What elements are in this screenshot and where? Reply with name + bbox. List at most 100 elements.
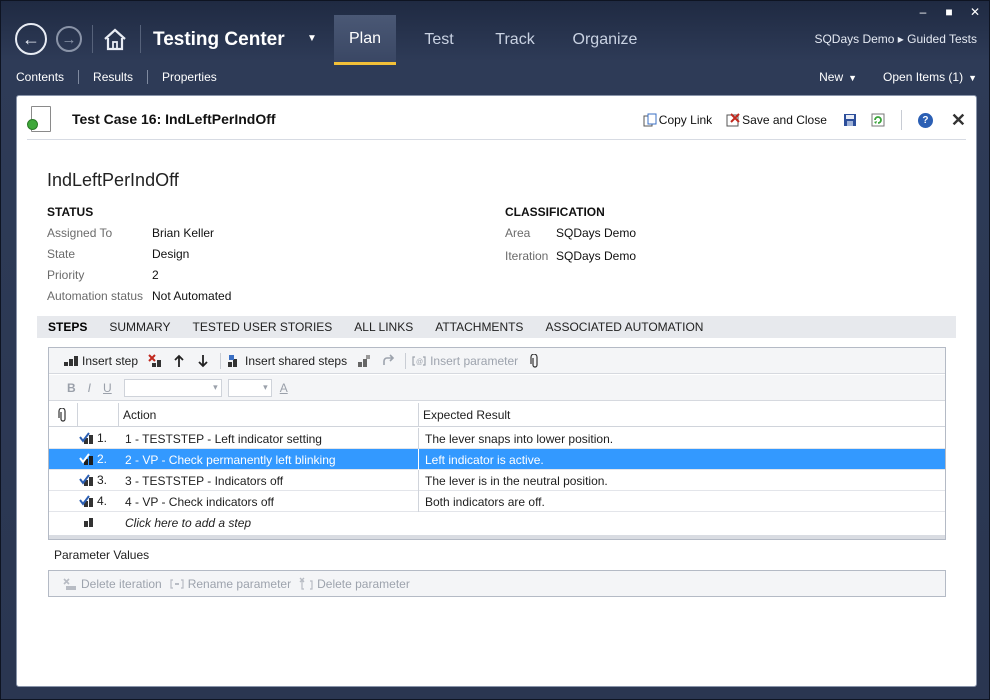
state-value[interactable]: Design (152, 247, 189, 261)
tab-tested-user-stories[interactable]: TESTED USER STORIES (181, 320, 343, 334)
insert-parameter-label: Insert parameter (430, 353, 519, 368)
maximize-button[interactable]: ■ (943, 5, 955, 19)
step-expected-result[interactable]: The lever is in the neutral position. (425, 474, 608, 488)
detail-tabs: STEPS SUMMARY TESTED USER STORIES ALL LI… (37, 316, 956, 338)
open-items-menu[interactable]: Open Items (1) ▼ (883, 70, 977, 84)
steps-grid-header: Action Expected Result (49, 403, 945, 427)
attachment-column-header (49, 403, 78, 427)
refresh-button[interactable] (871, 113, 885, 127)
back-button[interactable]: ← (15, 23, 47, 55)
step-expected-result[interactable]: Left indicator is active. (425, 453, 544, 467)
iteration-value[interactable]: SQDays Demo (556, 249, 636, 263)
font-family-select[interactable] (123, 378, 222, 397)
expected-result-column-header[interactable]: Expected Result (419, 403, 945, 427)
tab-plan[interactable]: Plan (334, 15, 396, 65)
create-shared-steps-button[interactable] (357, 354, 371, 368)
new-menu[interactable]: New ▼ (819, 70, 857, 84)
help-icon[interactable]: ? (917, 112, 933, 128)
minimize-button[interactable]: ‒ (917, 5, 929, 19)
tab-summary[interactable]: SUMMARY (98, 320, 181, 334)
step-expected-result[interactable]: Both indicators are off. (425, 495, 545, 509)
subnav-contents[interactable]: Contents (16, 70, 64, 84)
step-row[interactable]: 4. 4 - VP - Check indicators off Both in… (49, 491, 945, 512)
save-close-icon (726, 113, 740, 127)
open-items-label: Open Items (1) (883, 70, 964, 84)
horizontal-scrollbar[interactable] (49, 535, 945, 539)
step-expected-result[interactable]: The lever snaps into lower position. (425, 432, 613, 446)
back-arrow-icon: ← (22, 29, 40, 49)
app-menu-dropdown-icon[interactable]: ▼ (307, 33, 317, 44)
tab-all-links[interactable]: ALL LINKS (343, 320, 424, 334)
step-row[interactable]: 1. 1 - TESTSTEP - Left indicator setting… (49, 428, 945, 449)
breadcrumb[interactable]: SQDays Demo ▸ Guided Tests (814, 32, 977, 46)
underline-button[interactable]: U (103, 381, 112, 395)
rename-parameter-button[interactable]: Rename parameter (170, 577, 291, 591)
area-label: Area (505, 226, 531, 240)
close-document-icon[interactable]: ✕ (951, 111, 966, 129)
bold-button[interactable]: B (67, 381, 76, 395)
chevron-down-icon: ▼ (848, 73, 858, 83)
test-case-name: IndLeftPerIndOff (47, 170, 179, 190)
tab-associated-automation[interactable]: ASSOCIATED AUTOMATION (534, 320, 714, 334)
copy-link-label: Copy Link (658, 113, 713, 127)
priority-label: Priority (47, 268, 85, 282)
step-action[interactable]: 3 - TESTSTEP - Indicators off (125, 474, 283, 488)
insert-shared-steps-label: Insert shared steps (245, 353, 348, 368)
redo-button[interactable] (381, 353, 395, 368)
cell-divider (418, 449, 419, 470)
automation-status-label: Automation status (47, 289, 144, 303)
rename-parameter-icon (170, 578, 184, 589)
font-color-button[interactable]: A (280, 381, 288, 395)
subnav-properties[interactable]: Properties (162, 70, 217, 84)
toolbar-divider (900, 110, 902, 130)
subnav-results[interactable]: Results (93, 70, 133, 84)
insert-shared-steps-button[interactable]: Insert shared steps (227, 354, 347, 368)
step-action[interactable]: 1 - TESTSTEP - Left indicator setting (125, 432, 322, 446)
insert-parameter-button[interactable]: @ Insert parameter (412, 354, 518, 368)
toolbar-divider (220, 352, 222, 369)
step-index: 3. (97, 473, 108, 487)
add-step-row[interactable]: Click here to add a step (49, 512, 945, 533)
step-action[interactable]: 2 - VP - Check permanently left blinking (125, 453, 336, 467)
parameter-values-label: Parameter Values (54, 548, 150, 562)
delete-parameter-button[interactable]: Delete parameter (299, 577, 410, 591)
move-up-button[interactable] (172, 354, 186, 368)
delete-iteration-button[interactable]: Delete iteration (63, 577, 162, 591)
priority-value[interactable]: 2 (152, 268, 159, 282)
home-button[interactable] (102, 26, 128, 52)
move-down-button[interactable] (196, 354, 210, 368)
tab-test[interactable]: Test (413, 15, 465, 65)
window-controls: ‒ ■ ✕ (917, 5, 981, 19)
close-window-button[interactable]: ✕ (969, 5, 981, 19)
step-row[interactable]: 3. 3 - TESTSTEP - Indicators off The lev… (49, 470, 945, 491)
subnav-actions: New ▼ Open Items (1) ▼ (819, 70, 977, 84)
tab-track[interactable]: Track (485, 15, 545, 65)
insert-step-button[interactable]: Insert step (64, 354, 138, 368)
paperclip-icon (530, 353, 538, 368)
save-button[interactable] (843, 113, 857, 127)
tab-organize[interactable]: Organize (566, 15, 644, 65)
tab-steps[interactable]: STEPS (37, 320, 98, 334)
step-row-selected[interactable]: 2. 2 - VP - Check permanently left blink… (49, 449, 945, 470)
forward-button[interactable]: → (56, 26, 82, 52)
validate-step-icon (79, 495, 93, 507)
attach-button[interactable] (528, 353, 542, 368)
shared-steps-icon (228, 354, 238, 367)
font-size-select[interactable] (227, 378, 272, 397)
step-action[interactable]: 4 - VP - Check indicators off (125, 495, 274, 509)
save-and-close-button[interactable]: Save and Close (726, 113, 827, 127)
app-window: ‒ ■ ✕ ← → Testing Center ▼ Plan Test Tra… (0, 0, 990, 700)
area-value[interactable]: SQDays Demo (556, 226, 636, 240)
italic-button[interactable]: I (88, 381, 91, 395)
status-heading: STATUS (47, 205, 94, 219)
action-column-header[interactable]: Action (119, 403, 419, 427)
copy-link-button[interactable]: Copy Link (643, 113, 712, 127)
tab-attachments[interactable]: ATTACHMENTS (424, 320, 534, 334)
assigned-to-label: Assigned To (47, 226, 113, 240)
step-icon (84, 518, 93, 527)
validate-step-icon (79, 453, 93, 465)
delete-step-button[interactable] (148, 353, 162, 368)
assigned-to-value[interactable]: Brian Keller (152, 226, 214, 240)
add-step-prompt[interactable]: Click here to add a step (125, 516, 251, 530)
cell-divider (418, 491, 419, 512)
